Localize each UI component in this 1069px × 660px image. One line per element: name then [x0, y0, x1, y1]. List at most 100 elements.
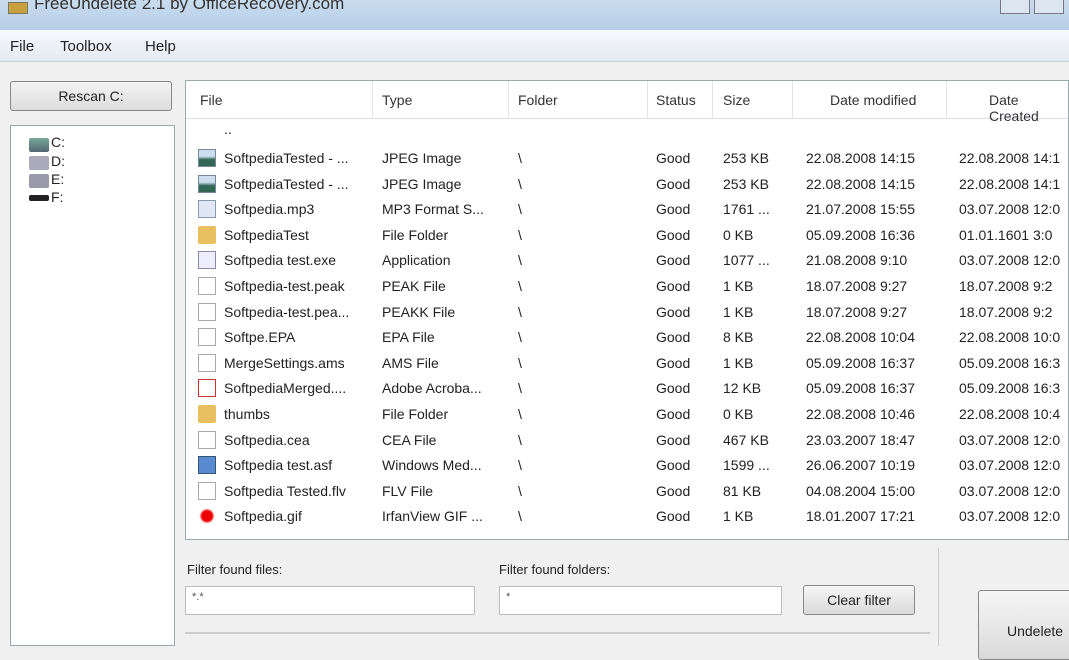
cell-file: SoftpediaTested - ...: [224, 175, 349, 192]
cell-size: 1 KB: [723, 278, 754, 294]
table-row[interactable]: SoftpediaTested - ... JPEG Image \ Good 253 …: [186, 172, 1068, 197]
table-row[interactable]: SoftpediaTested - ... JPEG Image \ Good 253 …: [186, 146, 1068, 171]
cell-folder: \: [518, 380, 522, 397]
parent-row[interactable]: ..: [186, 121, 1068, 146]
cell-size: 1 KB: [723, 354, 754, 371]
cell-modified: 22.08.2008 10:46: [806, 406, 915, 422]
drive-d-icon: [29, 156, 49, 170]
cell-status: Good: [656, 354, 691, 371]
cell-file: Softpedia-test.pea...: [224, 303, 350, 320]
filter-folders-label: Filter found folders:: [499, 562, 611, 577]
cell-type: IrfanView GIF ...: [382, 508, 483, 525]
file-icon: [198, 328, 216, 347]
menu-toolbox[interactable]: Toolbox: [60, 38, 112, 55]
cell-modified: 05.09.2008 16:36: [806, 226, 915, 243]
cell-type: PEAKK File: [382, 303, 456, 320]
file-icon: [198, 430, 216, 449]
cell-size: 1 KB: [723, 303, 754, 320]
cell-size: 0 KB: [723, 406, 754, 422]
media-icon: [198, 456, 216, 475]
menu-file[interactable]: File: [10, 38, 34, 55]
table-row[interactable]: Softpedia test.asf Windows Med... \ Good 159…: [186, 453, 1068, 478]
cell-created: 22.08.2008 10:0: [959, 329, 1061, 346]
table-row[interactable]: Softpedia.cea CEA File \ Good 467 KB 23.03.20…: [186, 428, 1068, 453]
col-date-modified[interactable]: Date modified: [830, 92, 916, 108]
cell-file: Softpe.EPA: [224, 329, 296, 346]
maximize-button[interactable]: [1034, 0, 1064, 14]
cell-created: 22.08.2008 10:4: [959, 406, 1061, 422]
rescan-button[interactable]: Rescan C:: [10, 81, 172, 111]
folder-icon: [198, 225, 216, 244]
table-row[interactable]: Softpedia-test.pea... PEAKK File \ Good 1 KB…: [186, 300, 1068, 325]
divider: [185, 632, 930, 634]
col-type[interactable]: Type: [382, 92, 412, 108]
cell-modified: 26.06.2007 10:19: [806, 457, 915, 474]
audio-icon: [198, 200, 216, 219]
cell-file: Softpedia-test.peak: [224, 278, 345, 294]
cell-type: JPEG Image: [382, 150, 462, 166]
cell-folder: \: [518, 482, 522, 499]
table-row[interactable]: MergeSettings.ams AMS File \ Good 1 KB 05.09.…: [186, 351, 1068, 376]
clear-filter-button[interactable]: Clear filter: [803, 585, 915, 615]
drive-e[interactable]: E:: [51, 171, 64, 187]
drive-e-icon: [29, 174, 49, 188]
image-icon: [198, 149, 216, 167]
minimize-button[interactable]: [1000, 0, 1030, 14]
drive-c[interactable]: C:: [51, 134, 65, 150]
table-row[interactable]: Softpedia.mp3 MP3 Format S... \ Good 1761 ..…: [186, 197, 1068, 222]
drive-d[interactable]: D:: [51, 153, 65, 169]
table-row[interactable]: Softpedia.gif IrfanView GIF ... \ Good 1 KB 1…: [186, 504, 1068, 529]
cell-modified: 18.07.2008 9:27: [806, 303, 908, 320]
col-date-created[interactable]: Date Created: [989, 92, 1068, 124]
cell-type: CEA File: [382, 431, 437, 448]
table-row[interactable]: Softpedia test.exe Application \ Good 1077 .…: [186, 248, 1068, 273]
table-row[interactable]: Softpedia-test.peak PEAK File \ Good 1 KB 18.…: [186, 274, 1068, 299]
cell-modified: 05.09.2008 16:37: [806, 354, 915, 371]
cell-folder: \: [518, 406, 522, 422]
drive-tree[interactable]: C: D: E: F:: [10, 125, 175, 646]
cell-status: Good: [656, 380, 691, 397]
table-row[interactable]: SoftpediaTest File Folder \ Good 0 KB 05.09.2…: [186, 223, 1068, 248]
col-file[interactable]: File: [200, 92, 223, 108]
cell-created: 03.07.2008 12:0: [959, 482, 1061, 499]
cell-status: Good: [656, 508, 691, 525]
cell-file: SoftpediaMerged....: [224, 380, 347, 397]
cell-size: 1761 ...: [723, 201, 770, 218]
cell-created: 03.07.2008 12:0: [959, 201, 1061, 218]
col-folder[interactable]: Folder: [518, 92, 558, 108]
cell-folder: \: [518, 175, 522, 192]
cell-type: AMS File: [382, 354, 439, 371]
cell-status: Good: [656, 150, 691, 166]
table-row[interactable]: SoftpediaMerged.... Adobe Acroba... \ Good 1…: [186, 376, 1068, 401]
cell-size: 8 KB: [723, 329, 754, 346]
drive-f-icon: [29, 195, 49, 201]
cell-size: 253 KB: [723, 150, 769, 166]
cell-folder: \: [518, 303, 522, 320]
col-status[interactable]: Status: [656, 92, 696, 108]
cell-file: SoftpediaTest: [224, 226, 309, 243]
col-size[interactable]: Size: [723, 92, 750, 108]
cell-file: Softpedia Tested.flv: [224, 482, 346, 499]
image-icon: [198, 174, 216, 193]
drive-f[interactable]: F:: [51, 189, 63, 205]
cell-status: Good: [656, 482, 691, 499]
cell-created: 05.09.2008 16:3: [959, 354, 1061, 371]
cell-folder: \: [518, 329, 522, 346]
cell-type: MP3 Format S...: [382, 201, 484, 218]
cell-file: Softpedia.gif: [224, 508, 302, 525]
cell-modified: 22.08.2008 14:15: [806, 150, 915, 166]
cell-folder: \: [518, 354, 522, 371]
table-row[interactable]: Softpe.EPA EPA File \ Good 8 KB 22.08.2008 10…: [186, 325, 1068, 350]
file-list[interactable]: File Type Folder Status Size Date modifi…: [185, 80, 1069, 540]
table-row[interactable]: Softpedia Tested.flv FLV File \ Good 81 KB 04…: [186, 479, 1068, 504]
table-row[interactable]: thumbs File Folder \ Good 0 KB 22.08.2008 10:…: [186, 402, 1068, 427]
cell-size: 467 KB: [723, 431, 769, 448]
filter-files-input[interactable]: *.*: [185, 586, 475, 615]
cell-modified: 18.01.2007 17:21: [806, 508, 915, 525]
filter-folders-input[interactable]: *: [499, 586, 782, 615]
cell-size: 12 KB: [723, 380, 762, 397]
cell-folder: \: [518, 252, 522, 269]
undelete-button[interactable]: Undelete: [978, 590, 1069, 660]
menu-help[interactable]: Help: [145, 38, 176, 55]
cell-file: Softpedia.mp3: [224, 201, 315, 218]
